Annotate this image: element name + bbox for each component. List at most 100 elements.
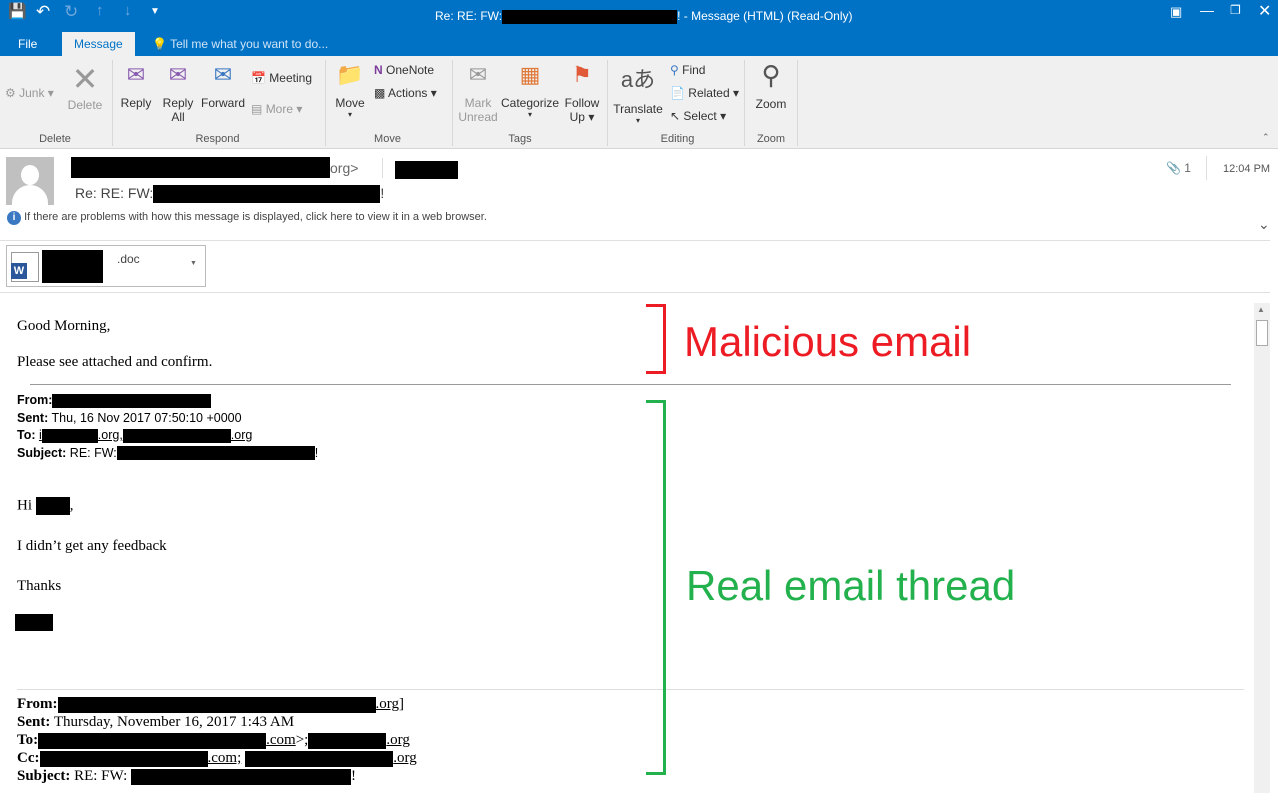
group-label-editing: Editing — [660, 133, 695, 145]
attachment-count: 📎 1 — [1166, 161, 1191, 175]
sent-value: Thursday, November 16, 2017 1:43 AM — [50, 714, 295, 730]
to-link[interactable]: .org — [231, 428, 253, 442]
info-text[interactable]: If there are problems with how this mess… — [24, 211, 487, 223]
find-icon: ⚲ — [670, 63, 679, 77]
redaction — [116, 446, 315, 461]
onenote-icon: N — [374, 63, 383, 77]
reply-all-label: Reply — [162, 96, 194, 110]
cursor-icon: ↖ — [670, 109, 681, 123]
move-label: Move — [335, 96, 365, 110]
zoom-label: Zoom — [755, 97, 787, 111]
window-title: Re: RE: FW: ! - Message (HTML) (Read-Only… — [435, 9, 853, 24]
undo-icon[interactable]: ↶ — [36, 2, 50, 22]
received-time: 12:04 PM — [1223, 163, 1271, 175]
delete-icon: ✕ — [71, 61, 99, 97]
attachment-item[interactable]: W .doc ▼ — [6, 245, 206, 287]
body-line: Please see attached and confirm. — [17, 354, 213, 370]
minimize-button[interactable]: — — [1200, 2, 1214, 18]
redaction — [122, 428, 231, 443]
more-label: More — [265, 102, 294, 116]
subject-label: Subject: — [17, 768, 71, 784]
divider — [112, 60, 113, 146]
scrollbar[interactable]: ▲ — [1254, 303, 1270, 793]
sender-address-suffix[interactable]: org> — [330, 160, 358, 176]
onenote-button[interactable]: N OneNote — [374, 63, 434, 77]
to-link[interactable]: .com — [266, 732, 296, 748]
follow-up-button[interactable]: ⚑ Follow Up ▾ — [562, 62, 602, 124]
translate-button[interactable]: aあ Translate ▾ — [612, 62, 664, 125]
to-label: To: — [17, 428, 36, 442]
find-button[interactable]: ⚲ Find — [670, 63, 705, 77]
divider — [382, 158, 383, 178]
restore-button[interactable]: ❐ — [1230, 3, 1241, 17]
redaction — [131, 768, 352, 785]
scrollbar-thumb[interactable] — [1256, 320, 1268, 346]
subject-value: RE: FW: — [66, 445, 117, 460]
redaction — [71, 157, 330, 178]
categorize-button[interactable]: ▦ Categorize ▾ — [501, 62, 559, 119]
group-label-zoom: Zoom — [756, 133, 786, 145]
close-button[interactable]: ✕ — [1258, 1, 1271, 21]
divider — [744, 60, 745, 146]
categorize-label: Categorize — [501, 96, 560, 110]
subject-suffix: ! — [380, 185, 385, 201]
ribbon-display-icon[interactable]: ▣ — [1170, 4, 1182, 20]
info-bar[interactable]: i If there are problems with how this me… — [7, 211, 487, 225]
select-button[interactable]: ↖ Select ▾ — [670, 109, 726, 123]
meeting-button[interactable]: 📅 Meeting — [251, 71, 312, 85]
comma: , — [69, 497, 74, 514]
move-button[interactable]: 📁 Move ▾ — [332, 62, 368, 119]
body-line: I didn’t get any feedback — [17, 538, 167, 554]
redaction — [308, 732, 387, 749]
tell-me-text: Tell me what you want to do... — [170, 37, 329, 51]
redaction — [39, 750, 208, 767]
meeting-icon: 📅 — [251, 71, 266, 85]
tell-me-box[interactable]: 💡 Tell me what you want to do... — [140, 32, 340, 56]
subject-value: RE: FW: — [70, 768, 128, 784]
divider — [797, 60, 798, 146]
customize-icon[interactable]: ▼ — [150, 6, 160, 17]
save-icon[interactable]: 💾 — [8, 2, 27, 20]
redaction — [395, 161, 458, 179]
collapse-ribbon-icon[interactable]: ⌃ — [1262, 132, 1270, 143]
to-link[interactable]: .org, — [98, 428, 123, 442]
reply-all-label-2: All — [171, 110, 185, 124]
divider — [17, 689, 1244, 690]
from-link[interactable]: .org] — [376, 696, 404, 712]
group-label-delete: Delete — [39, 133, 71, 145]
reply-all-button[interactable]: ✉ Reply All — [160, 62, 196, 124]
info-icon: i — [7, 211, 21, 225]
redaction — [153, 185, 381, 204]
malicious-bracket — [646, 304, 666, 374]
zoom-button[interactable]: ⚲ Zoom — [752, 60, 790, 111]
divider — [1206, 156, 1207, 180]
forward-button[interactable]: ✉ Forward — [200, 62, 246, 110]
chevron-down-icon[interactable]: ▼ — [190, 260, 197, 267]
actions-button[interactable]: ▩ Actions ▾ — [374, 86, 437, 100]
subject-prefix: Re: RE: FW: — [75, 185, 154, 201]
redaction — [15, 614, 53, 631]
tab-file[interactable]: File — [6, 32, 49, 56]
redo-icon: ↻ — [64, 2, 79, 21]
cc-link[interactable]: .org — [393, 750, 416, 766]
body-line: Thanks — [17, 578, 62, 594]
redaction — [38, 732, 267, 749]
to-link[interactable]: .org — [386, 732, 409, 748]
up-arrow-icon: ↑ — [96, 2, 104, 19]
mark-unread-icon: ✉ — [468, 62, 488, 87]
meeting-label: Meeting — [269, 71, 312, 85]
related-button[interactable]: 📄 Related ▾ — [670, 86, 739, 100]
sent-value: Thu, 16 Nov 2017 07:50:10 +0000 — [48, 410, 242, 425]
reply-button[interactable]: ✉ Reply — [118, 62, 154, 110]
follow-label: Follow — [564, 96, 600, 110]
lightbulb-icon: 💡 — [152, 37, 167, 51]
forward-icon: ✉ — [213, 62, 233, 87]
cc-link[interactable]: .com; — [208, 750, 242, 766]
translate-icon: aあ — [620, 67, 656, 92]
unread-label: Unread — [458, 110, 498, 124]
translate-label: Translate — [613, 102, 663, 116]
reply-label: Reply — [120, 96, 152, 110]
expand-header-icon[interactable]: ⌄ — [1258, 216, 1270, 233]
tab-message[interactable]: Message — [62, 32, 135, 56]
scroll-up-icon[interactable]: ▲ — [1257, 305, 1265, 314]
